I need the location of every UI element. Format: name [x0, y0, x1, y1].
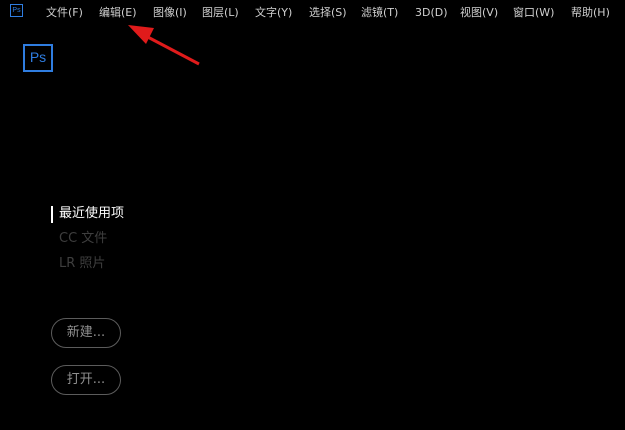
annotation-arrow-shaft	[141, 32, 200, 66]
annotation-arrow	[128, 25, 200, 66]
annotation-arrow-head	[128, 25, 154, 44]
